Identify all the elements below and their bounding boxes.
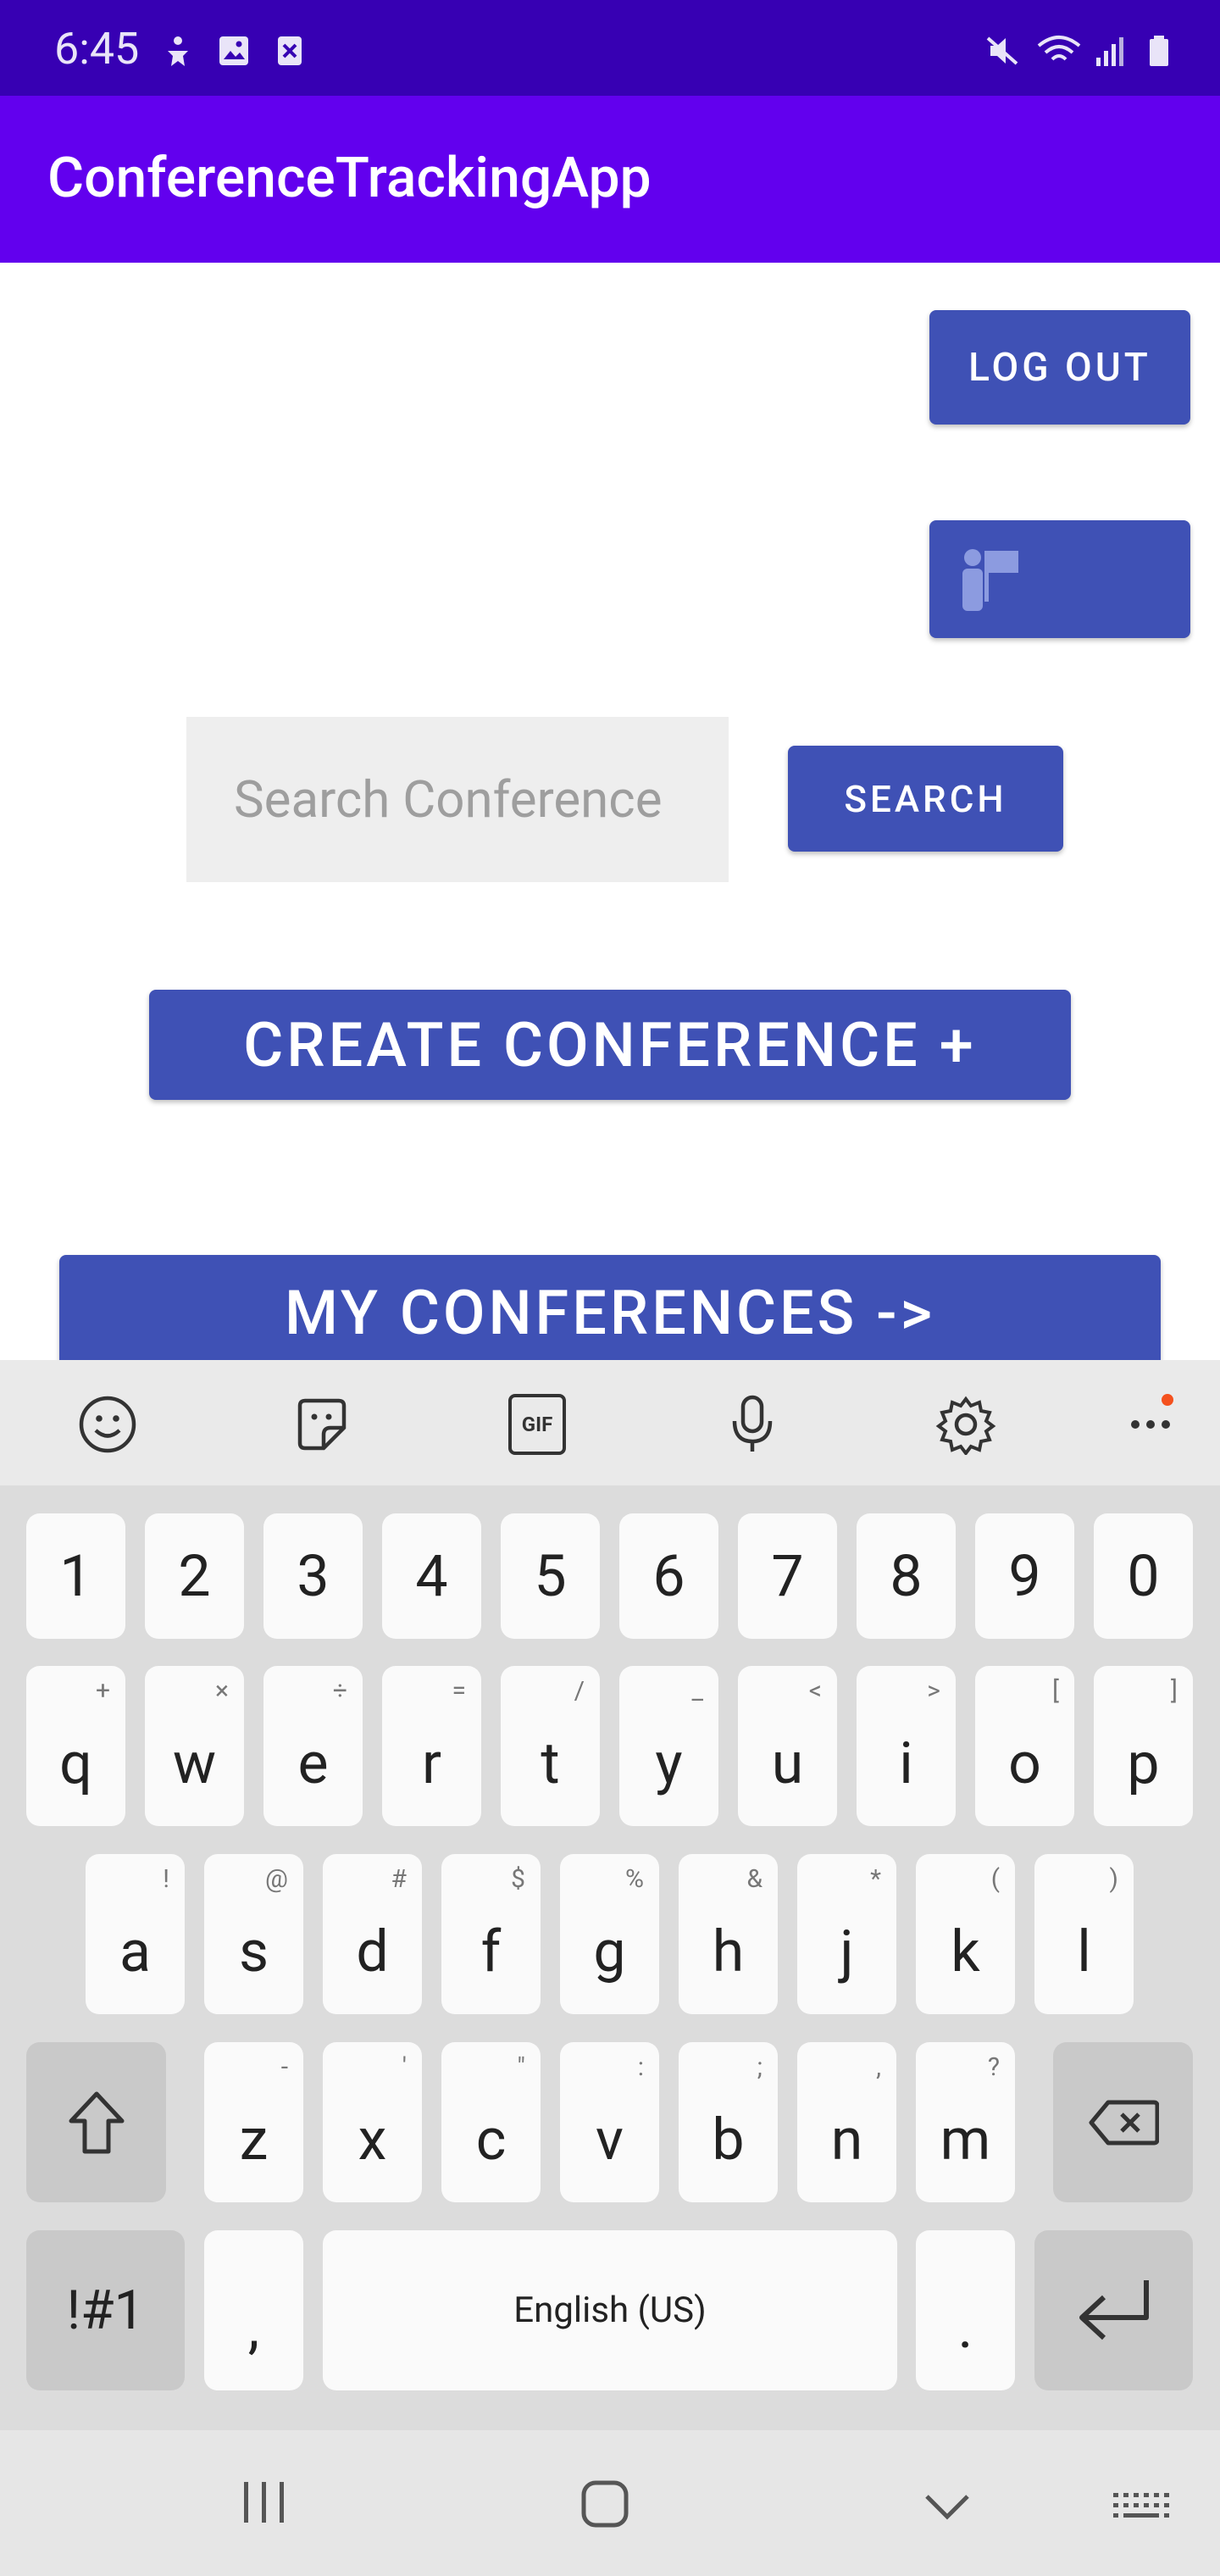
key-e[interactable]: ÷ e	[263, 1666, 363, 1826]
app-title: ConferenceTrackingApp	[47, 146, 652, 211]
create-conference-button[interactable]: CREATE CONFERENCE +	[149, 990, 1071, 1100]
search-input[interactable]: Search Conference	[186, 717, 729, 882]
signal-icon	[1096, 37, 1123, 66]
key-q[interactable]: + q	[26, 1666, 125, 1826]
key-8[interactable]: 8	[857, 1513, 956, 1639]
more-icon[interactable]	[1118, 1394, 1203, 1455]
key-z[interactable]: -z	[204, 2042, 303, 2202]
key-u[interactable]: < u	[738, 1666, 837, 1826]
mic-icon[interactable]	[722, 1394, 783, 1455]
file-icon	[278, 36, 302, 65]
key-f[interactable]: $ f	[441, 1854, 541, 2014]
key-c[interactable]: " c	[441, 2042, 541, 2202]
key-a[interactable]: ! a	[86, 1854, 185, 2014]
space-key[interactable]: English (US)	[323, 2230, 897, 2390]
key-w[interactable]: × w	[145, 1666, 244, 1826]
settings-icon[interactable]	[935, 1394, 996, 1455]
key-o[interactable]: [o	[975, 1666, 1074, 1826]
wifi-icon	[1037, 36, 1081, 61]
back-icon[interactable]	[922, 2491, 973, 2525]
key-i[interactable]: > i	[857, 1666, 956, 1826]
key-m[interactable]: ? m	[916, 2042, 1015, 2202]
gif-icon[interactable]: GIF	[508, 1394, 566, 1455]
key-x[interactable]: ' x	[323, 2042, 422, 2202]
emoji-icon[interactable]	[77, 1394, 138, 1455]
key-h[interactable]: & h	[679, 1854, 778, 2014]
key-n[interactable]: ,n	[797, 2042, 896, 2202]
sticker-icon[interactable]	[291, 1394, 352, 1455]
backspace-key[interactable]	[1053, 2042, 1193, 2202]
key-s[interactable]: @ s	[204, 1854, 303, 2014]
symbols-key[interactable]: !#1	[26, 2230, 185, 2390]
key-v[interactable]: :v	[560, 2042, 659, 2202]
key-9[interactable]: 9	[975, 1513, 1074, 1639]
backspace-icon	[1089, 2100, 1159, 2145]
key-t[interactable]: / t	[501, 1666, 600, 1826]
key-b[interactable]: ; b	[679, 2042, 778, 2202]
key-k[interactable]: (k	[916, 1854, 1015, 2014]
key-y[interactable]: _ y	[619, 1666, 718, 1826]
key-2[interactable]: 2	[145, 1513, 244, 1639]
key-g[interactable]: % g	[560, 1854, 659, 2014]
logout-button[interactable]: LOG OUT	[929, 310, 1190, 425]
mute-icon	[986, 36, 1018, 65]
shift-arrow-icon	[69, 2091, 124, 2153]
my-conferences-button[interactable]: MY CONFERENCES ->	[59, 1255, 1161, 1361]
key-p[interactable]: ] p	[1094, 1666, 1193, 1826]
status-time: 6:45	[54, 23, 140, 75]
key-7[interactable]: 7	[738, 1513, 837, 1639]
key-0[interactable]: 0	[1094, 1513, 1193, 1639]
home-icon[interactable]	[580, 2479, 630, 2529]
search-button[interactable]: SEARCH	[788, 746, 1063, 852]
enter-icon	[1079, 2279, 1149, 2340]
comma-key[interactable]: ,	[204, 2230, 303, 2390]
key-4[interactable]: 4	[382, 1513, 481, 1639]
image-icon	[219, 36, 248, 65]
recent-apps-icon[interactable]	[241, 2479, 288, 2526]
key-3[interactable]: 3	[263, 1513, 363, 1639]
shift-key[interactable]	[26, 2042, 166, 2202]
battery-icon	[1150, 36, 1168, 66]
person-flag-icon	[962, 548, 1018, 611]
keyboard-toolbar	[0, 1360, 1220, 1485]
accessibility-icon	[168, 36, 188, 66]
key-j[interactable]: * j	[797, 1854, 896, 2014]
key-1[interactable]: 1	[26, 1513, 125, 1639]
key-5[interactable]: 5	[501, 1513, 600, 1639]
period-key[interactable]: .	[916, 2230, 1015, 2390]
keyboard-switch-icon[interactable]	[1112, 2491, 1169, 2525]
key-6[interactable]: 6	[619, 1513, 718, 1639]
key-r[interactable]: = r	[382, 1666, 481, 1826]
profile-icon-button[interactable]	[929, 520, 1190, 638]
key-l[interactable]: ) l	[1034, 1854, 1134, 2014]
enter-key[interactable]	[1034, 2230, 1193, 2390]
key-d[interactable]: # d	[323, 1854, 422, 2014]
